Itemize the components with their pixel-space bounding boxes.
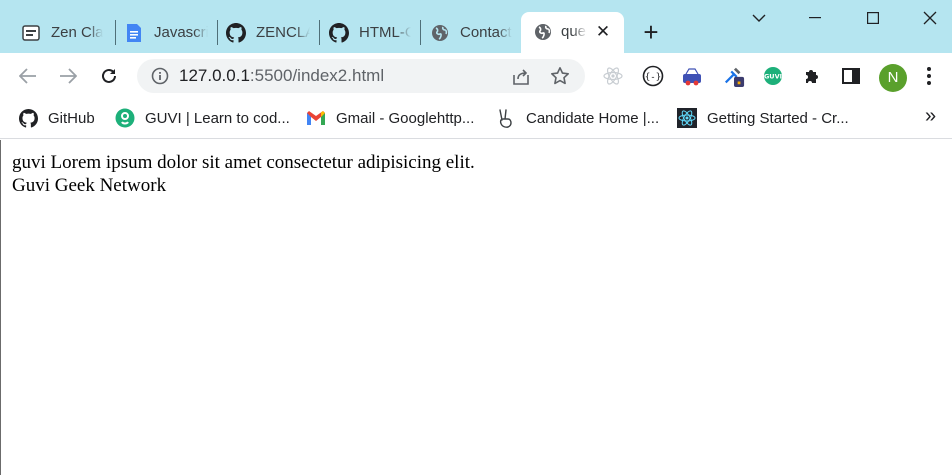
side-panel-icon[interactable] xyxy=(840,65,862,87)
bookmark-github[interactable]: GitHub xyxy=(18,107,95,129)
bookmarks-overflow-chevron-icon[interactable]: » xyxy=(925,106,936,126)
extensions-puzzle-icon[interactable] xyxy=(801,65,823,87)
maximize-icon[interactable] xyxy=(863,8,883,28)
forward-arrow-icon[interactable] xyxy=(56,64,80,88)
react-devtools-extension-icon[interactable] xyxy=(602,65,624,87)
bookmark-getting-started[interactable]: Getting Started - Cr... xyxy=(677,107,849,129)
reload-icon[interactable] xyxy=(97,64,121,88)
svg-text:{-}: {-} xyxy=(645,73,661,83)
tab-separator xyxy=(420,20,421,45)
profile-avatar[interactable]: N xyxy=(879,64,907,92)
tab-zenclass-github[interactable]: ZENCLASS xyxy=(226,13,310,53)
close-tab-icon[interactable]: ✕ xyxy=(594,23,612,41)
gmail-icon xyxy=(306,108,326,128)
tab-javascript[interactable]: Javascript xyxy=(124,13,208,53)
url-path: :5500/index2.html xyxy=(249,66,385,85)
tab-title: Javascript xyxy=(154,23,208,43)
google-docs-icon xyxy=(124,23,144,43)
globe-icon xyxy=(430,23,450,43)
github-icon xyxy=(226,23,246,43)
url-text[interactable]: 127.0.0.1:5500/index2.html xyxy=(179,66,384,86)
victory-hand-icon xyxy=(496,108,516,128)
back-arrow-icon[interactable] xyxy=(16,64,40,88)
tab-title: Zen Class xyxy=(51,23,103,43)
tab-separator xyxy=(319,20,320,45)
address-bar[interactable]: 127.0.0.1:5500/index2.html xyxy=(137,59,585,93)
site-info-icon[interactable] xyxy=(151,67,169,85)
eyedropper-extension-icon[interactable] xyxy=(723,65,745,87)
lorem-line: guvi Lorem ipsum dolor sit amet consecte… xyxy=(12,152,475,173)
tab-separator xyxy=(217,20,218,45)
zen-class-icon xyxy=(21,23,41,43)
bookmark-candidate-home[interactable]: Candidate Home |... xyxy=(496,107,659,129)
svg-text:GUVI: GUVI xyxy=(764,73,782,81)
bookmark-label: GUVI | Learn to cod... xyxy=(145,109,290,127)
bookmark-gmail[interactable]: Gmail - Googlehttp... xyxy=(306,107,474,129)
colorzilla-extension-icon[interactable] xyxy=(681,65,703,87)
tab-title: question xyxy=(561,22,587,42)
url-host: 127.0.0.1 xyxy=(179,66,250,85)
tab-title: HTML-CSS xyxy=(359,23,411,43)
browser-toolbar: 127.0.0.1:5500/index2.html {-} GUVI N xyxy=(0,53,952,99)
tab-html-css-github[interactable]: HTML-CSS xyxy=(329,13,411,53)
bookmark-star-icon[interactable] xyxy=(550,66,570,86)
tab-search-chevron-down-icon[interactable] xyxy=(749,8,769,28)
guvi-icon xyxy=(115,108,135,128)
guvi-extension-icon[interactable]: GUVI xyxy=(762,65,784,87)
bookmark-label: GitHub xyxy=(48,109,95,127)
minimize-icon[interactable] xyxy=(805,8,825,28)
bookmark-label: Candidate Home |... xyxy=(526,109,660,127)
close-window-icon[interactable] xyxy=(920,8,940,28)
github-icon xyxy=(329,23,349,43)
globe-icon xyxy=(533,22,553,42)
tab-zen-class[interactable]: Zen Class xyxy=(21,13,103,53)
tab-contact[interactable]: Contact xyxy=(430,13,514,53)
bookmark-label: Gmail - Googlehttp... xyxy=(336,109,475,127)
share-icon[interactable] xyxy=(511,67,531,87)
tab-title: ZENCLASS xyxy=(256,23,310,43)
tab-strip: Zen Class Javascript ZENCLASS HTML-CSS C… xyxy=(0,0,952,53)
tab-separator xyxy=(115,20,116,45)
tab-question-active[interactable]: question ✕ xyxy=(521,12,624,53)
more-vertical-icon[interactable] xyxy=(926,66,936,86)
new-tab-button[interactable]: + xyxy=(640,19,662,45)
guvi-geek-network-line: Guvi Geek Network xyxy=(12,175,167,196)
json-viewer-extension-icon[interactable]: {-} xyxy=(642,65,664,87)
bookmarks-bar: GitHub GUVI | Learn to cod... Gmail - Go… xyxy=(0,99,952,139)
tab-title: Contact xyxy=(460,23,512,43)
page-viewport: guvi Lorem ipsum dolor sit amet consecte… xyxy=(0,140,952,475)
bookmark-guvi[interactable]: GUVI | Learn to cod... xyxy=(115,107,290,129)
react-icon xyxy=(677,108,697,128)
page-body-text: guvi Lorem ipsum dolor sit amet consecte… xyxy=(12,151,475,197)
bookmark-label: Getting Started - Cr... xyxy=(707,109,849,127)
github-icon xyxy=(18,108,38,128)
